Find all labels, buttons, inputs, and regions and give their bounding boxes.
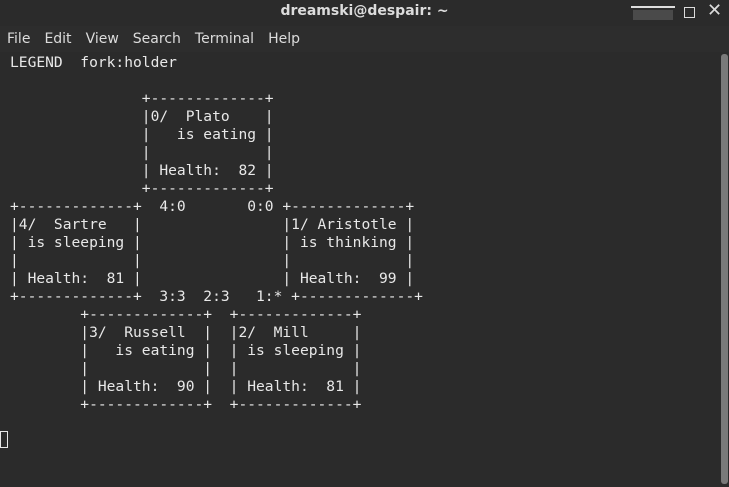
menu-terminal[interactable]: Terminal [188, 31, 261, 47]
menu-view[interactable]: View [79, 31, 126, 47]
terminal-output[interactable]: LEGEND fork:holder +-------------+ |0/ P… [0, 52, 720, 487]
menu-edit[interactable]: Edit [37, 31, 78, 47]
minimize-button[interactable] [631, 6, 675, 22]
menu-help[interactable]: Help [261, 31, 307, 47]
close-icon: ✕ [707, 0, 723, 21]
terminal-cursor [0, 431, 8, 448]
menu-search[interactable]: Search [126, 31, 188, 47]
vertical-scrollbar[interactable] [720, 52, 729, 487]
title-bar[interactable]: dreamski@despair: ~ ✕ [0, 0, 729, 26]
window-title: dreamski@despair: ~ [280, 3, 449, 19]
terminal-text: LEGEND fork:holder +-------------+ |0/ P… [10, 54, 423, 413]
maximize-button[interactable] [684, 7, 695, 18]
scrollbar-thumb[interactable] [721, 54, 728, 484]
terminal-window: dreamski@despair: ~ ✕ File Edit View Sea… [0, 0, 729, 487]
menu-file[interactable]: File [0, 31, 37, 47]
close-button[interactable]: ✕ [707, 0, 722, 21]
menu-bar: File Edit View Search Terminal Help [0, 26, 729, 52]
minimize-shade [633, 10, 673, 20]
